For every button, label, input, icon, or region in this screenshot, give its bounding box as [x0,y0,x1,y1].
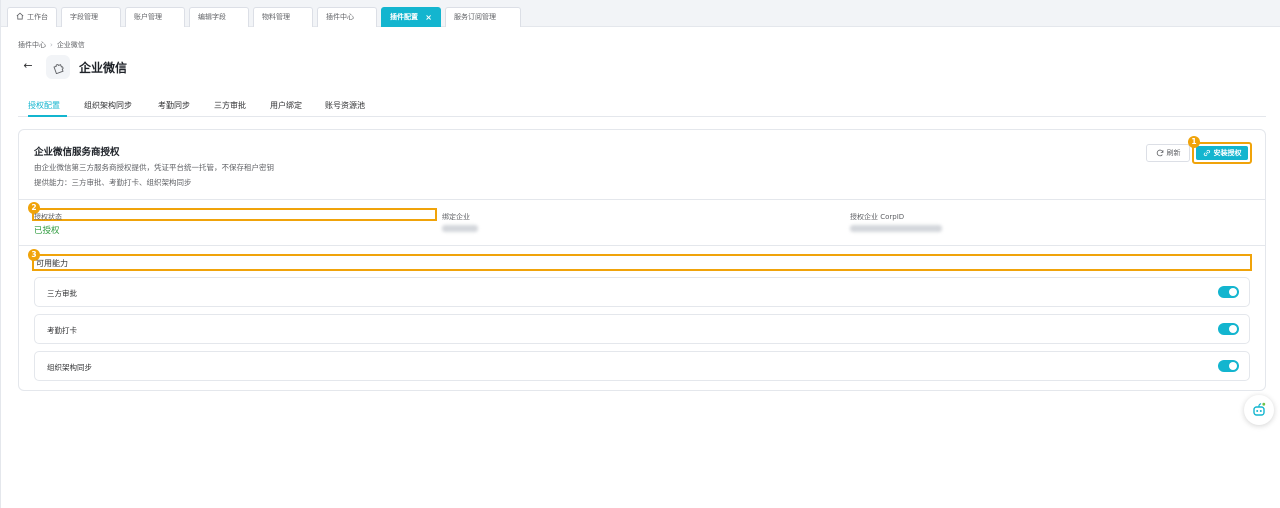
robot-icon [1253,402,1266,416]
tab-attendance-sync[interactable]: 考勤同步 [158,100,190,111]
step-marker-1: 1 [1188,136,1200,148]
status-label-highlight [32,208,437,221]
tab-field-management[interactable]: 字段管理 [61,7,121,27]
capability-toggle[interactable] [1218,360,1239,372]
tab-third-party-approval[interactable]: 三方审批 [214,100,246,111]
plugin-icon [46,55,70,79]
tab-label: 字段管理 [70,13,98,21]
corpid-value [850,225,942,235]
bound-company-value [442,225,478,235]
back-arrow-icon[interactable]: ← [21,59,35,73]
auth-status-label: 授权状态 [34,213,62,221]
tab-material-management[interactable]: 物料管理 [253,7,313,27]
home-icon [16,12,24,20]
capabilities-highlight [32,254,1252,271]
capability-toggle[interactable] [1218,323,1239,335]
tab-account-management[interactable]: 账户管理 [125,7,185,27]
section-divider [19,199,1265,200]
page-tab-bar: 工作台 字段管理 账户管理 编辑字段 物料管理 插件中心 插件配置 × 服务订阅… [1,0,1280,27]
config-tabs: 授权配置 组织架构同步 考勤同步 三方审批 用户绑定 账号资源池 [18,96,1266,117]
capability-row: 组织架构同步 [34,351,1250,381]
tab-label: 物料管理 [262,13,290,21]
capability-toggle[interactable] [1218,286,1239,298]
card-description: 由企业微信第三方服务商授权提供，凭证平台统一托管，不保存租户密钥 [34,163,274,172]
card-capabilities-summary: 提供能力：三方审批、考勤打卡、组织架构同步 [34,178,192,187]
tab-edit-field[interactable]: 编辑字段 [189,7,249,27]
capability-row: 考勤打卡 [34,314,1250,344]
tab-label: 服务订阅管理 [454,13,496,21]
refresh-icon [1156,149,1163,157]
tab-service-subscription[interactable]: 服务订阅管理 [445,7,521,27]
refresh-label: 刷新 [1166,149,1181,157]
breadcrumb-separator: › [50,41,53,49]
puzzle-icon [52,63,64,74]
breadcrumb-parent[interactable]: 插件中心 [18,41,46,49]
tab-label: 账户管理 [134,13,162,21]
refresh-button[interactable]: 刷新 [1146,144,1190,162]
section-divider [19,245,1265,246]
link-icon [1203,149,1210,157]
capability-row: 三方审批 [34,277,1250,307]
breadcrumb-current: 企业微信 [56,41,85,49]
capability-label: 考勤打卡 [47,326,77,335]
tab-label: 插件中心 [326,13,354,21]
tab-label: 插件配置 [390,13,418,21]
toggle-knob [1229,325,1237,333]
tab-close-icon[interactable]: × [425,8,432,27]
page-title: 企业微信 [79,61,128,75]
breadcrumb: 插件中心 › 企业微信 [18,40,85,50]
install-auth-button[interactable]: 安装授权 [1196,146,1248,160]
capability-label: 组织架构同步 [47,363,92,372]
auth-card: 企业微信服务商授权 由企业微信第三方服务商授权提供，凭证平台统一托管，不保存租户… [18,129,1266,391]
assistant-button[interactable] [1244,395,1274,425]
tab-plugin-center[interactable]: 插件中心 [317,7,377,27]
tab-user-binding[interactable]: 用户绑定 [270,100,302,111]
bound-company-label: 绑定企业 [442,213,470,221]
tab-label: 编辑字段 [198,13,226,21]
app-frame: 工作台 字段管理 账户管理 编辑字段 物料管理 插件中心 插件配置 × 服务订阅… [0,0,1280,508]
install-label: 安装授权 [1213,149,1242,157]
install-highlight: 安装授权 [1192,142,1252,164]
card-title: 企业微信服务商授权 [34,147,120,158]
tab-account-pool[interactable]: 账号资源池 [325,100,365,111]
toggle-knob [1229,288,1237,296]
capability-label: 三方审批 [47,289,77,298]
toggle-knob [1229,362,1237,370]
auth-status-value: 已授权 [34,226,60,236]
redacted-value [442,225,478,232]
tab-label: 工作台 [27,13,48,21]
capabilities-label: 可用能力 [36,259,68,268]
tab-org-sync[interactable]: 组织架构同步 [84,100,132,111]
active-tab-indicator [28,115,67,117]
tab-plugin-config[interactable]: 插件配置 × [381,7,441,27]
redacted-value [850,225,942,232]
tab-auth-config[interactable]: 授权配置 [28,100,60,111]
tab-workbench[interactable]: 工作台 [7,7,57,27]
corpid-label: 授权企业 CorpID [850,213,905,221]
